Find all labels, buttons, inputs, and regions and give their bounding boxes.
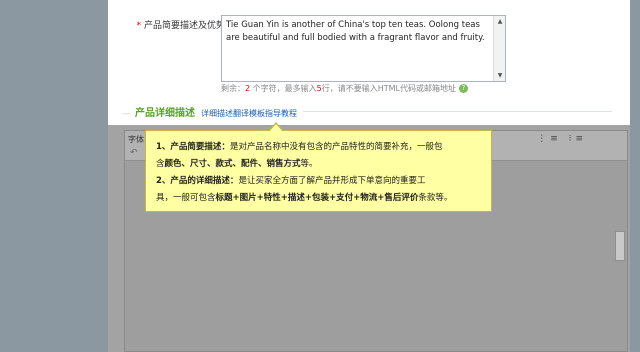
hint-mid: 个字符，最多输入 <box>250 84 317 93</box>
hint-prefix: 剩余： <box>221 84 245 93</box>
tooltip-line-3: 2、产品的详细描述：是让买家全方面了解产品并形成下单意向的重要工 <box>156 173 483 190</box>
brief-description-textarea[interactable]: Tie Guan Yin is another of China's top t… <box>221 15 506 82</box>
editor-scrollbar-thumb[interactable] <box>615 231 625 261</box>
help-icon[interactable]: ? <box>459 84 468 93</box>
brief-description-label-text: 产品简要描述及优势 <box>143 21 225 31</box>
tooltip-bold-2: 颜色、尺寸、款式、配件、销售方式 <box>164 159 301 169</box>
help-tooltip: 1、产品简要描述：是对产品名称中没有包含的产品特性的简要补充，一般包 含颜色、尺… <box>145 122 492 212</box>
tooltip-line-4: 具，一般可包含标题+图片+特性+描述+包装+支付+物流+售后评价条款等。 <box>156 190 483 207</box>
tooltip-num-3: 2、 <box>156 176 171 186</box>
brief-description-value: Tie Guan Yin is another of China's top t… <box>226 20 485 43</box>
tooltip-num-1: 1、 <box>156 142 171 152</box>
brief-description-label: * 产品简要描述及优势 <box>130 18 225 31</box>
undo-icon[interactable]: ↶ <box>130 148 138 158</box>
detail-section-header: — 产品详细描述 详细描述翻译模板指导教程 <box>122 104 303 119</box>
tooltip-text-1: 是对产品名称中没有包含的产品特性的简要补充，一般包 <box>229 142 443 152</box>
template-guide-link[interactable]: 详细描述翻译模板指导教程 <box>201 109 297 118</box>
tooltip-pre-2: 含 <box>156 159 165 169</box>
textarea-scrollbar[interactable]: ▲ ▼ <box>493 16 505 81</box>
section-dash: — <box>122 109 131 119</box>
tooltip-bold-3: 产品的详细描述： <box>170 176 239 186</box>
required-mark: * <box>136 21 141 31</box>
font-select[interactable]: 字体 <box>128 134 144 145</box>
character-count-hint: 剩余：2 个字符，最多输入5行，请不要输入HTML代码或邮箱地址? <box>221 83 468 94</box>
scroll-up-icon[interactable]: ▲ <box>494 16 505 27</box>
hint-suffix: 行，请不要输入HTML代码或邮箱地址 <box>321 84 456 93</box>
tooltip-bold-4: 标题+图片+特性+描述+包装+支付+物流+售后评价 <box>215 193 419 203</box>
tooltip-pre-4: 具，一般可包含 <box>156 193 216 203</box>
tooltip-text-3: 是让买家全方面了解产品并形成下单意向的重要工 <box>238 176 426 186</box>
tooltip-line-2: 含颜色、尺寸、款式、配件、销售方式等。 <box>156 156 483 173</box>
section-title: 产品详细描述 <box>135 108 195 119</box>
tooltip-bold-1: 产品简要描述： <box>170 142 230 152</box>
tooltip-line-1: 1、产品简要描述：是对产品名称中没有包含的产品特性的简要补充，一般包 <box>156 139 483 156</box>
tooltip-post-4: 条款等。 <box>418 193 453 203</box>
tooltip-post-2: 等。 <box>300 159 318 169</box>
form-panel: * 产品简要描述及优势 Tie Guan Yin is another of Ch… <box>108 0 630 125</box>
scroll-down-icon[interactable]: ▼ <box>494 70 505 81</box>
modal-overlay-right <box>630 0 640 352</box>
list-icons[interactable]: ⋮≡ ⁝≡ <box>537 134 587 144</box>
modal-overlay-left <box>0 0 108 352</box>
